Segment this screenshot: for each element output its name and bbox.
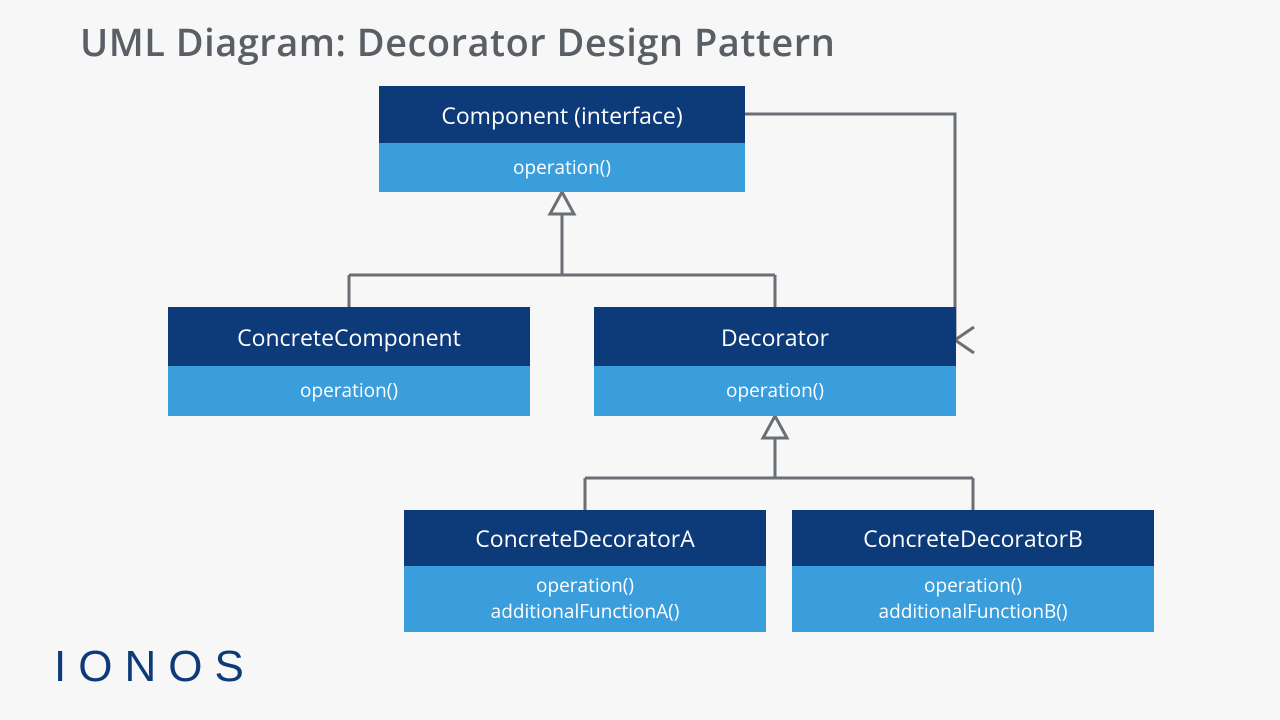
diagram-stage: UML Diagram: Decorator Design Pattern Co…: [0, 0, 1280, 720]
uml-op: operation(): [300, 378, 398, 404]
uml-op: operation(): [924, 573, 1022, 599]
uml-class-name: Component (interface): [379, 86, 745, 143]
uml-class-ops: operation(): [168, 366, 530, 416]
arrowhead-open-icon: [955, 327, 974, 353]
uml-class-name: ConcreteDecoratorB: [792, 510, 1154, 566]
uml-class-ops: operation(): [594, 366, 956, 416]
uml-op: additionalFunctionB(): [879, 599, 1068, 625]
page-title: UML Diagram: Decorator Design Pattern: [80, 16, 835, 68]
uml-class-concrete-decorator-b: ConcreteDecoratorB operation() additiona…: [792, 510, 1154, 632]
uml-class-component: Component (interface) operation(): [379, 86, 745, 192]
uml-op: additionalFunctionA(): [491, 599, 680, 625]
uml-op: operation(): [726, 378, 824, 404]
uml-class-ops: operation() additionalFunctionB(): [792, 566, 1154, 632]
arrowhead-generalization-icon: [550, 192, 574, 214]
brand-logo: IONOS: [54, 642, 256, 692]
uml-class-name: ConcreteComponent: [168, 307, 530, 366]
uml-class-ops: operation() additionalFunctionA(): [404, 566, 766, 632]
uml-class-concrete-decorator-a: ConcreteDecoratorA operation() additiona…: [404, 510, 766, 632]
uml-class-name: ConcreteDecoratorA: [404, 510, 766, 566]
uml-op: operation(): [513, 155, 611, 181]
uml-class-ops: operation(): [379, 143, 745, 192]
arrowhead-generalization-icon: [763, 416, 787, 438]
uml-op: operation(): [536, 573, 634, 599]
uml-class-concrete-component: ConcreteComponent operation(): [168, 307, 530, 416]
uml-class-decorator: Decorator operation(): [594, 307, 956, 416]
uml-class-name: Decorator: [594, 307, 956, 366]
